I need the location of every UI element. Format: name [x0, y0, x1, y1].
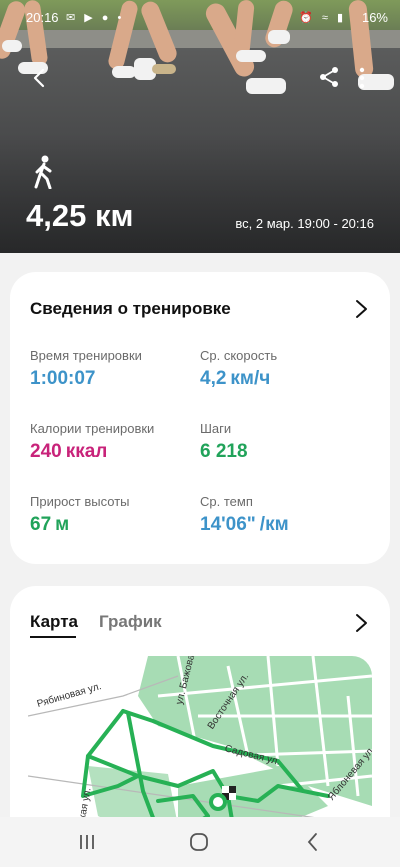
stat-value-steps: 6 218	[200, 441, 248, 463]
stat-label-steps: Шаги	[200, 421, 232, 436]
stat-label-avg-pace: Ср. темп	[200, 494, 253, 509]
workout-date-time: вс, 2 мар. 19:00 - 20:16	[235, 216, 374, 231]
stat-number: 6 218	[200, 441, 248, 462]
workout-details-title: Сведения о тренировке	[30, 299, 231, 318]
stat-value-duration: 1:00:07	[30, 368, 96, 390]
recent-apps-icon[interactable]	[74, 829, 100, 855]
runner-shoe	[2, 40, 22, 52]
walking-person-icon	[34, 155, 52, 189]
home-icon[interactable]	[186, 829, 212, 855]
total-distance: 4,25 км	[26, 198, 134, 233]
stat-label-duration: Время тренировки	[30, 348, 142, 363]
back-arrow-icon[interactable]	[28, 66, 52, 90]
tab-map-underline	[30, 636, 76, 638]
stat-unit: ккал	[65, 441, 108, 462]
notification-icons: ✉ ▶ ● •	[66, 12, 125, 24]
hero-curb	[0, 30, 400, 48]
runner-shoe	[112, 66, 136, 78]
stat-label-elevation: Прирост высоты	[30, 494, 130, 509]
stat-label-avg-speed: Ср. скорость	[200, 348, 278, 363]
stat-unit: км/ч	[230, 368, 271, 389]
stat-value-calories: 240 ккал	[30, 441, 107, 463]
runner-shoe	[246, 78, 286, 94]
hero-shade	[0, 133, 400, 253]
stat-number: 4,2	[200, 368, 227, 389]
share-icon[interactable]	[318, 66, 340, 88]
stat-value-elevation: 67 м	[30, 514, 69, 536]
stat-unit: м	[55, 514, 70, 535]
stat-value-avg-speed: 4,2 км/ч	[200, 368, 270, 390]
tab-map[interactable]: Карта	[30, 612, 78, 632]
workout-details-card[interactable]: Сведения о тренировке Время тренировки 1…	[10, 272, 390, 564]
chevron-right-icon[interactable]	[352, 613, 370, 633]
runner-shoe	[268, 30, 290, 44]
battery-level: 16%	[361, 10, 388, 25]
chevron-right-icon[interactable]	[352, 299, 370, 319]
stat-label-calories: Калории тренировки	[30, 421, 155, 436]
back-icon[interactable]	[300, 829, 326, 855]
signal-icons: ⏰ ≈ ▮	[299, 12, 346, 24]
status-time: 20:16	[26, 10, 59, 25]
stat-unit: /км	[259, 514, 289, 535]
status-bar: 20:16 ✉ ▶ ● • ⏰ ≈ ▮ 16%	[26, 8, 388, 26]
stat-value-avg-pace: 14'06"/км	[200, 514, 289, 536]
runner-shoe	[236, 50, 266, 62]
stat-number: 67	[30, 514, 52, 535]
stat-number: 1:00:07	[30, 368, 96, 389]
runner-shoe	[152, 64, 176, 74]
more-options-icon[interactable]	[354, 66, 370, 90]
stat-number: 14'06"	[200, 514, 256, 535]
system-navigation-bar	[0, 817, 400, 867]
stat-number: 240	[30, 441, 62, 462]
tab-graph[interactable]: График	[99, 612, 162, 632]
